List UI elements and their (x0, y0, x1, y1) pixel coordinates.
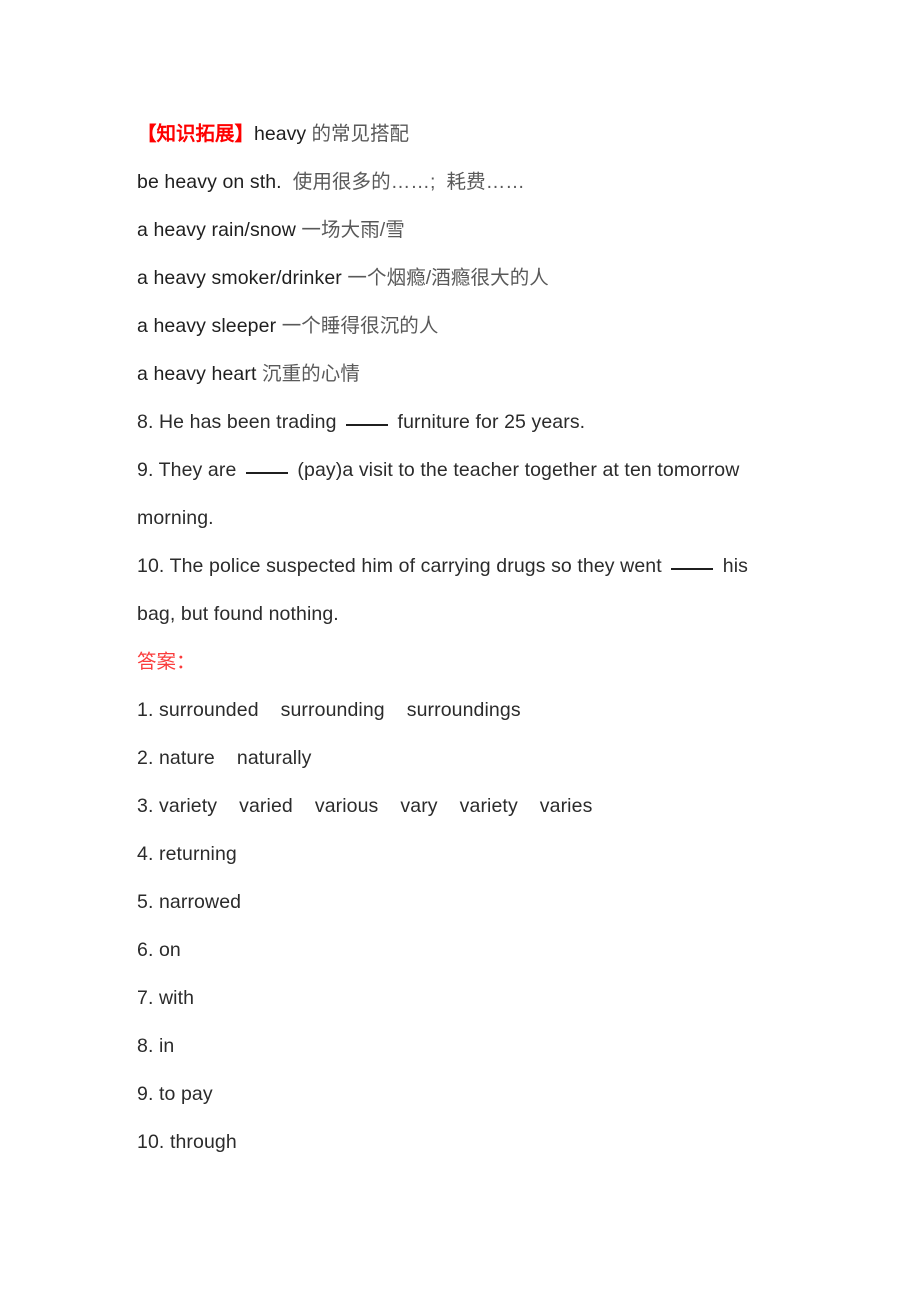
knowledge-note-heading: 【知识拓展】heavy 的常见搭配 (137, 110, 800, 158)
question-continuation: morning. (137, 494, 800, 542)
answer-value: varied (239, 795, 293, 817)
answer-value: on (158, 939, 181, 961)
answer-row: 8. in (137, 1022, 800, 1070)
collocation-item: a heavy rain/snow 一场大雨/雪 (137, 206, 800, 254)
question-continuation: bag, but found nothing. (137, 590, 800, 638)
answer-value: surrounding (280, 699, 385, 721)
bracket-close: 】 (234, 123, 255, 145)
answer-blank[interactable] (245, 458, 288, 474)
bracket-open: 【 (137, 123, 157, 145)
collocation-en: a heavy smoker/drinker (137, 267, 342, 289)
question-text-before-blank: He has been trading (153, 411, 343, 433)
answer-row: 5. narrowed (137, 878, 800, 926)
question-number: 9. (137, 459, 154, 481)
answer-value: returning (158, 843, 237, 865)
collocation-en: a heavy heart (137, 363, 257, 385)
answer-number: 9. (137, 1083, 159, 1105)
answer-number: 1. (137, 699, 159, 721)
answer-number: 3. (137, 795, 159, 817)
question-text-after-blank: furniture for 25 years. (392, 411, 586, 433)
answer-row: 9. to pay (137, 1070, 800, 1118)
collocation-zh: 一场大雨/雪 (295, 219, 405, 241)
question-text-after-blank: his (717, 555, 749, 577)
answer-row: 3. variety varied various vary variety varies (137, 782, 800, 830)
collocation-en: be heavy on sth. (137, 171, 282, 193)
answer-row: 2. nature naturally (137, 734, 800, 782)
answer-number: 7. (137, 987, 159, 1009)
answer-number: 5. (137, 891, 159, 913)
answer-value: to pay (158, 1083, 213, 1105)
document-page: 【知识拓展】heavy 的常见搭配 be heavy on sth. 使用很多的… (0, 0, 920, 1302)
collocation-item: a heavy sleeper 一个睡得很沉的人 (137, 302, 800, 350)
answer-value: varies (539, 795, 593, 817)
answers-heading: 答案： (137, 651, 196, 673)
answer-value: surroundings (406, 699, 521, 721)
answer-number: 10. (137, 1131, 170, 1153)
answer-value: nature (158, 747, 215, 769)
knowledge-note-title-zh: 的常见搭配 (306, 123, 410, 145)
answer-value: variety (459, 795, 518, 817)
answer-value: various (314, 795, 379, 817)
collocation-en: a heavy sleeper (137, 315, 277, 337)
answer-row: 4. returning (137, 830, 800, 878)
question-continuation-text: bag, but found nothing. (137, 603, 339, 625)
answer-blank[interactable] (346, 410, 389, 426)
answer-value: in (158, 1035, 175, 1057)
collocation-item: a heavy heart 沉重的心情 (137, 350, 800, 398)
collocation-item: be heavy on sth. 使用很多的……; 耗费…… (137, 158, 800, 206)
question-text-after-blank: (pay)a visit to the teacher together at … (291, 459, 740, 481)
knowledge-note-title-en: heavy (254, 123, 307, 145)
answer-row: 6. on (137, 926, 800, 974)
answer-value: surrounded (158, 699, 259, 721)
answer-row: 7. with (137, 974, 800, 1022)
question-text-before-blank: The police suspected him of carrying dru… (164, 555, 668, 577)
answer-value: through (169, 1131, 237, 1153)
answer-value: naturally (236, 747, 312, 769)
answer-value: with (158, 987, 195, 1009)
answer-row: 10. through (137, 1118, 800, 1166)
collocation-en: a heavy rain/snow (137, 219, 296, 241)
question-number: 8. (137, 411, 154, 433)
answer-number: 4. (137, 843, 159, 865)
answer-number: 6. (137, 939, 159, 961)
knowledge-note-label: 知识拓展 (156, 123, 235, 145)
answer-blank[interactable] (671, 554, 714, 570)
answer-value: vary (400, 795, 438, 817)
collocation-zh: 一个烟瘾/酒瘾很大的人 (341, 267, 549, 289)
question-text-before-blank: They are (153, 459, 242, 481)
collocation-zh: 使用很多的……; 耗费…… (281, 171, 525, 193)
collocation-zh: 一个睡得很沉的人 (276, 315, 439, 337)
answer-number: 2. (137, 747, 159, 769)
answer-row: 1. surrounded surrounding surroundings (137, 686, 800, 734)
question-continuation-text: morning. (137, 507, 214, 529)
question-item: 10. The police suspected him of carrying… (137, 542, 800, 590)
question-item: 8. He has been trading furniture for 25 … (137, 398, 800, 446)
answer-value: variety (158, 795, 218, 817)
collocation-zh: 沉重的心情 (256, 363, 360, 385)
answer-number: 8. (137, 1035, 159, 1057)
collocation-item: a heavy smoker/drinker 一个烟瘾/酒瘾很大的人 (137, 254, 800, 302)
question-item: 9. They are (pay)a visit to the teacher … (137, 446, 800, 494)
answer-value: narrowed (158, 891, 242, 913)
question-number: 10. (137, 555, 165, 577)
